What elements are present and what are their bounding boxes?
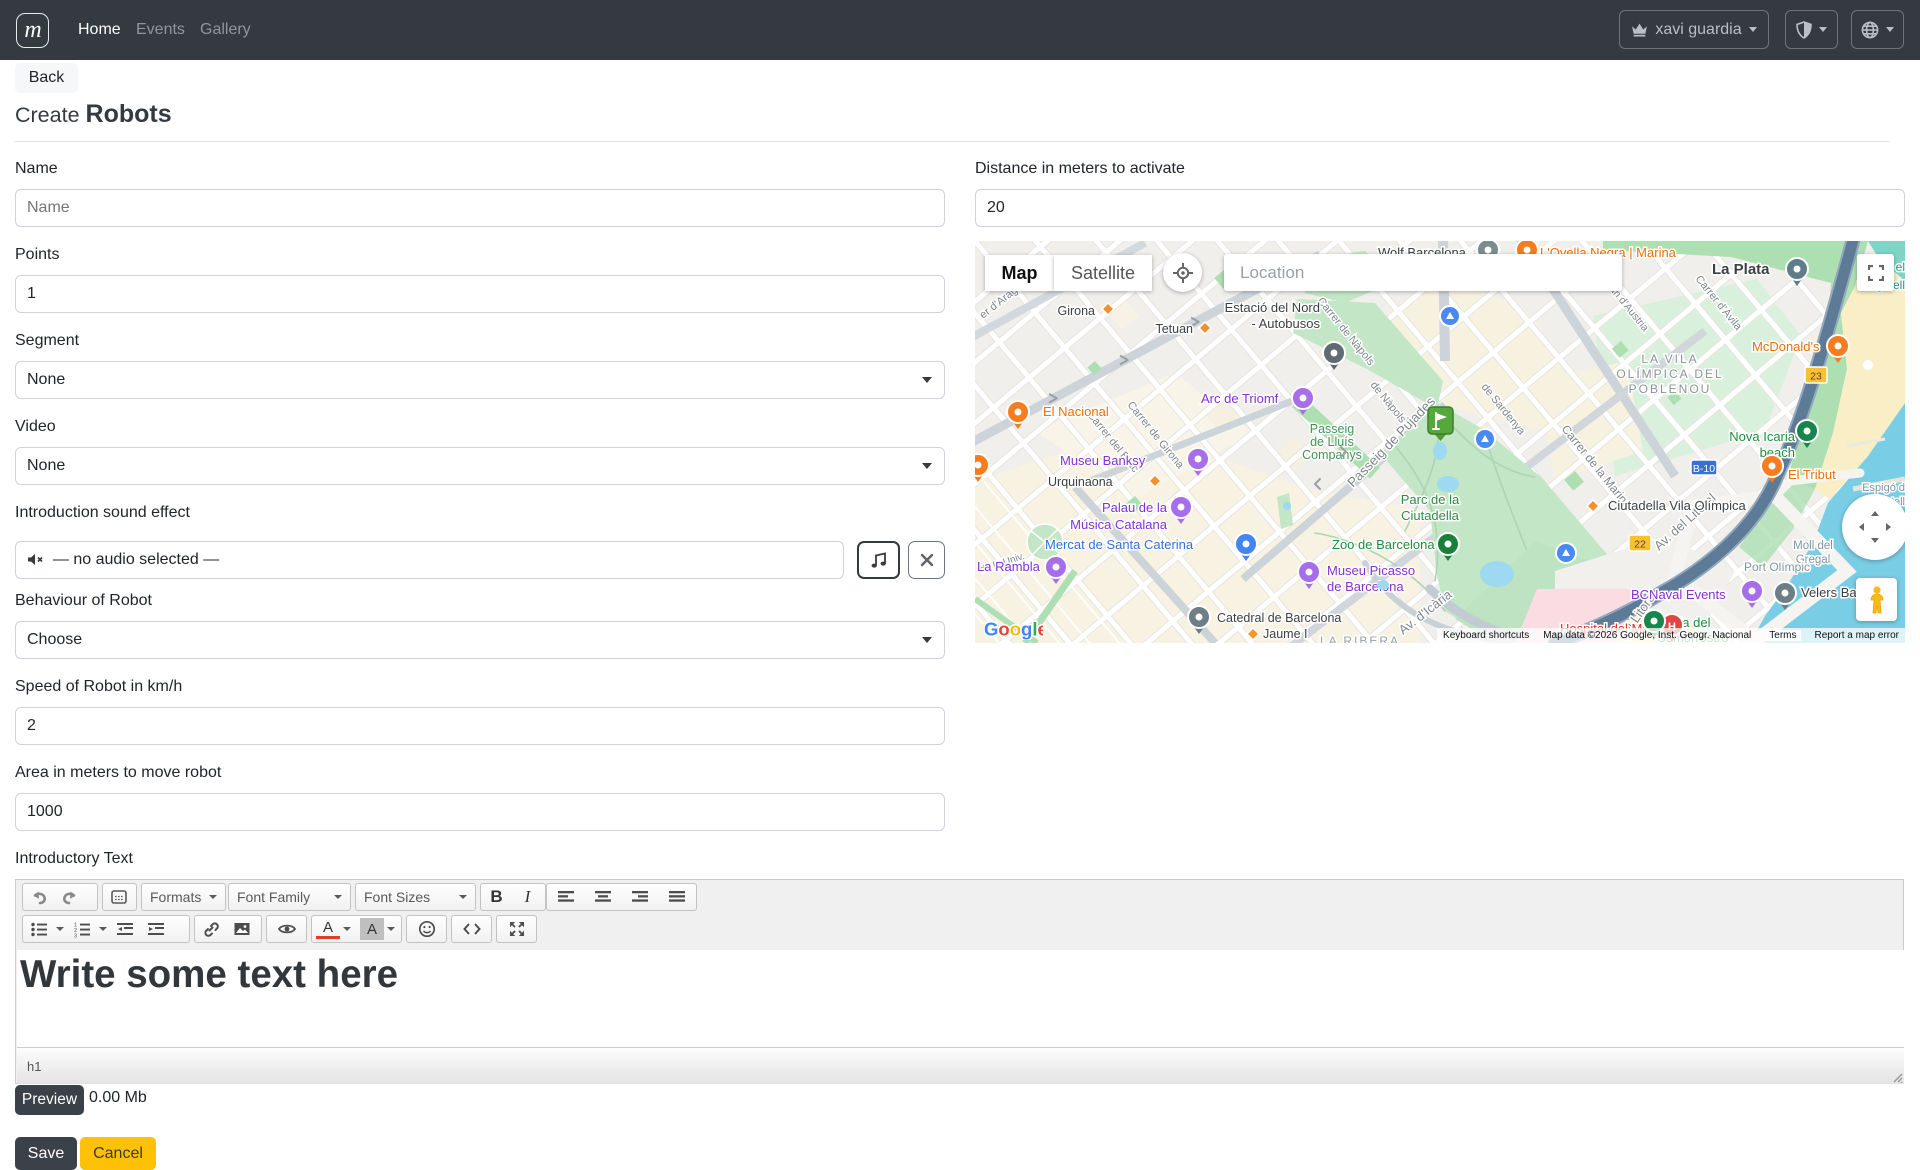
svg-text:El Tribut: El Tribut [1788, 467, 1836, 482]
svg-text:23: 23 [1810, 371, 1822, 383]
svg-text:Jaume I: Jaume I [1263, 627, 1307, 641]
svg-text:Urquinaona: Urquinaona [1048, 475, 1113, 489]
svg-text:- Autobusos: - Autobusos [1251, 316, 1320, 331]
svg-text:el: el [1896, 260, 1905, 274]
svg-text:m: m [24, 17, 41, 43]
svg-text:POBLENOU: POBLENOU [1629, 382, 1712, 396]
svg-text:Tetuan: Tetuan [1155, 322, 1193, 336]
svg-text:Velers Ba: Velers Ba [1801, 585, 1857, 600]
svg-text:Catedral de Barcelona: Catedral de Barcelona [1217, 611, 1341, 625]
svg-text:Mercat de Santa Caterina: Mercat de Santa Caterina [1045, 537, 1194, 552]
svg-text:LA RIBERA: LA RIBERA [1320, 634, 1400, 643]
svg-text:La Plata: La Plata [1712, 261, 1770, 278]
svg-text:Companys: Companys [1302, 448, 1362, 462]
svg-text:Passeig: Passeig [1310, 422, 1355, 436]
svg-text:Nova Icaria: Nova Icaria [1729, 429, 1796, 444]
svg-text:B-10: B-10 [1693, 463, 1715, 475]
svg-text:Girona: Girona [1057, 304, 1095, 318]
svg-text:Zoo de Barcelona: Zoo de Barcelona [1332, 537, 1435, 552]
svg-text:Palau de la: Palau de la [1102, 500, 1168, 515]
svg-text:El Nacional: El Nacional [1043, 404, 1109, 419]
svg-text:de Barcelona: de Barcelona [1327, 579, 1404, 594]
svg-text:Museu Picasso: Museu Picasso [1327, 563, 1415, 578]
svg-text:Port Olímpic: Port Olímpic [1744, 560, 1810, 574]
svg-text:Música Catalana: Música Catalana [1070, 517, 1168, 532]
svg-text:BCNaval Events: BCNaval Events [1631, 587, 1726, 602]
svg-text:Espigó d: Espigó d [1862, 482, 1905, 494]
svg-text:Arc de Triomf: Arc de Triomf [1201, 391, 1279, 406]
svg-text:LA VILA: LA VILA [1641, 352, 1698, 366]
svg-text:Moll del: Moll del [1793, 540, 1833, 552]
svg-text:3: 3 [74, 933, 77, 938]
svg-text:Museu Banksy: Museu Banksy [1060, 453, 1146, 468]
svg-text:22: 22 [1634, 539, 1646, 551]
svg-text:Parc de la: Parc de la [1401, 492, 1460, 507]
svg-text:Google: Google [984, 620, 1043, 640]
svg-text:Ciutadella Vila Olímpica: Ciutadella Vila Olímpica [1608, 498, 1747, 513]
svg-text:La Rambla: La Rambla [977, 559, 1041, 574]
svg-text:Estació del Nord: Estació del Nord [1225, 300, 1320, 315]
svg-text:Ciutadella: Ciutadella [1401, 508, 1460, 523]
svg-text:McDonald's: McDonald's [1752, 339, 1820, 354]
svg-text:de Lluís: de Lluís [1310, 435, 1354, 449]
svg-text:OLÍMPICA DEL: OLÍMPICA DEL [1616, 366, 1723, 381]
